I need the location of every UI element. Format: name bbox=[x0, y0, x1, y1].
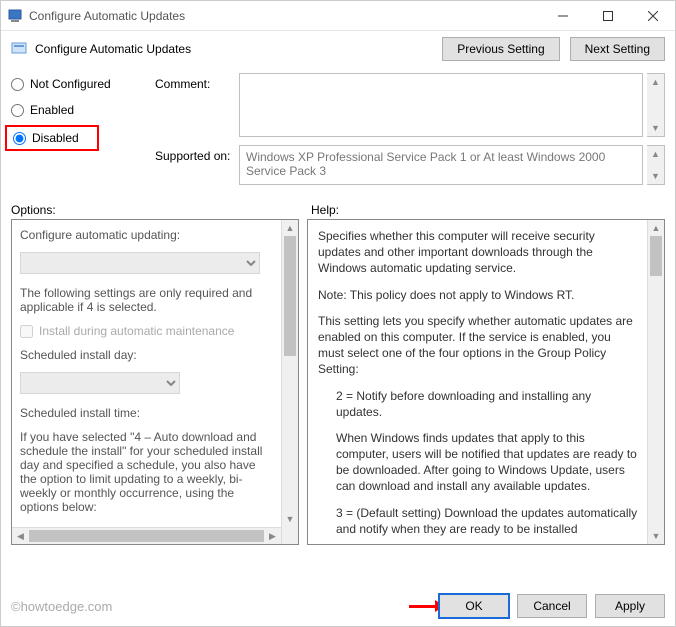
scrollbar-thumb[interactable] bbox=[650, 236, 662, 276]
state-radios: Not Configured Enabled Disabled bbox=[11, 73, 151, 147]
help-p6: 3 = (Default setting) Download the updat… bbox=[318, 505, 639, 537]
scroll-down-icon[interactable]: ▼ bbox=[648, 528, 664, 544]
help-p2: Note: This policy does not apply to Wind… bbox=[318, 287, 639, 303]
watermark: ©howtoedge.com bbox=[11, 599, 431, 614]
help-label: Help: bbox=[311, 203, 339, 217]
radio-disabled-label: Disabled bbox=[32, 131, 79, 145]
comment-scrollbar[interactable]: ▲ ▼ bbox=[647, 73, 665, 137]
supported-label: Supported on: bbox=[155, 145, 235, 163]
split-panels: Configure automatic updating: The follow… bbox=[1, 219, 675, 545]
configure-updating-label: Configure automatic updating: bbox=[20, 228, 273, 242]
cancel-button[interactable]: Cancel bbox=[517, 594, 587, 618]
titlebar: Configure Automatic Updates bbox=[1, 1, 675, 31]
help-vscrollbar[interactable]: ▲ ▼ bbox=[647, 220, 664, 544]
disabled-highlight: Disabled bbox=[5, 125, 99, 151]
scrollbar-thumb[interactable] bbox=[29, 530, 264, 542]
scroll-right-icon[interactable]: ▶ bbox=[264, 528, 281, 544]
radio-not-configured-label: Not Configured bbox=[30, 77, 111, 91]
section-labels: Options: Help: bbox=[1, 197, 675, 219]
sched-day-select[interactable] bbox=[20, 372, 180, 394]
configure-updating-select[interactable] bbox=[20, 252, 260, 274]
maintenance-checkbox-row[interactable]: Install during automatic maintenance bbox=[20, 324, 273, 338]
scroll-up-icon[interactable]: ▲ bbox=[648, 220, 664, 236]
scroll-down-icon[interactable]: ▼ bbox=[647, 120, 664, 136]
scroll-down-icon[interactable]: ▼ bbox=[647, 168, 664, 184]
help-p3: This setting lets you specify whether au… bbox=[318, 313, 639, 378]
supported-text: Windows XP Professional Service Pack 1 o… bbox=[239, 145, 643, 185]
window-title: Configure Automatic Updates bbox=[29, 9, 540, 23]
scroll-down-icon[interactable]: ▼ bbox=[282, 511, 298, 527]
supported-scrollbar[interactable]: ▲ ▼ bbox=[647, 145, 665, 185]
options-label: Options: bbox=[11, 203, 311, 217]
scroll-up-icon[interactable]: ▲ bbox=[647, 146, 664, 162]
help-p5: When Windows finds updates that apply to… bbox=[318, 430, 639, 495]
ok-button[interactable]: OK bbox=[439, 594, 509, 618]
radio-enabled[interactable]: Enabled bbox=[11, 103, 151, 117]
radio-not-configured-input[interactable] bbox=[11, 78, 24, 91]
maintenance-checkbox[interactable] bbox=[20, 325, 33, 338]
options-vscrollbar[interactable]: ▲ ▼ bbox=[281, 220, 298, 544]
options-hscrollbar[interactable]: ◀ ▶ bbox=[12, 527, 281, 544]
maintenance-checkbox-label: Install during automatic maintenance bbox=[39, 324, 234, 338]
header-title: Configure Automatic Updates bbox=[35, 42, 434, 56]
scroll-up-icon[interactable]: ▲ bbox=[282, 220, 298, 236]
radio-enabled-label: Enabled bbox=[30, 103, 74, 117]
options-paragraph: If you have selected "4 – Auto download … bbox=[20, 430, 273, 514]
scrollbar-thumb[interactable] bbox=[284, 236, 296, 356]
close-button[interactable] bbox=[630, 1, 675, 31]
radio-disabled-input[interactable] bbox=[13, 132, 26, 145]
window-controls bbox=[540, 1, 675, 31]
comment-label: Comment: bbox=[155, 73, 235, 91]
sched-time-label: Scheduled install time: bbox=[20, 406, 273, 420]
help-p1: Specifies whether this computer will rec… bbox=[318, 228, 639, 277]
maximize-button[interactable] bbox=[585, 1, 630, 31]
options-note: The following settings are only required… bbox=[20, 286, 273, 314]
policy-icon bbox=[11, 41, 27, 57]
radio-enabled-input[interactable] bbox=[11, 104, 24, 117]
radio-not-configured[interactable]: Not Configured bbox=[11, 77, 151, 91]
help-content: Specifies whether this computer will rec… bbox=[308, 220, 647, 544]
header: Configure Automatic Updates Previous Set… bbox=[1, 31, 675, 67]
help-p4: 2 = Notify before downloading and instal… bbox=[318, 388, 639, 420]
options-content: Configure automatic updating: The follow… bbox=[12, 220, 281, 544]
next-setting-button[interactable]: Next Setting bbox=[570, 37, 665, 61]
previous-setting-button[interactable]: Previous Setting bbox=[442, 37, 559, 61]
supported-text-value: Windows XP Professional Service Pack 1 o… bbox=[246, 150, 636, 178]
scroll-up-icon[interactable]: ▲ bbox=[647, 74, 664, 90]
sched-day-label: Scheduled install day: bbox=[20, 348, 273, 362]
footer: ©howtoedge.com OK Cancel Apply bbox=[1, 586, 675, 626]
comment-textarea[interactable] bbox=[239, 73, 643, 137]
options-panel: Configure automatic updating: The follow… bbox=[11, 219, 299, 545]
scroll-left-icon[interactable]: ◀ bbox=[12, 528, 29, 544]
apply-button[interactable]: Apply bbox=[595, 594, 665, 618]
help-panel: Specifies whether this computer will rec… bbox=[307, 219, 665, 545]
app-icon bbox=[7, 8, 23, 24]
minimize-button[interactable] bbox=[540, 1, 585, 31]
radio-disabled[interactable]: Disabled bbox=[13, 131, 91, 145]
settings-area: Not Configured Enabled Disabled Comment:… bbox=[1, 67, 675, 197]
